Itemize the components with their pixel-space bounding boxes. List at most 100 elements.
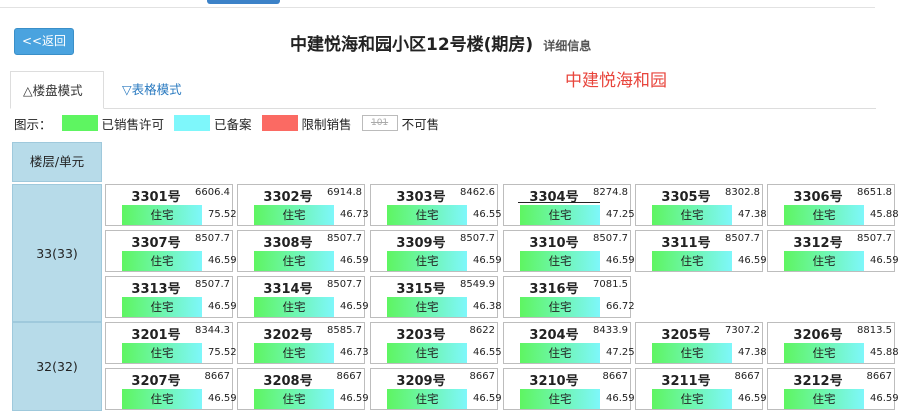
- unit-cell[interactable]: 3201号 8344.3 住宅 75.52: [105, 322, 237, 364]
- unit-price: 7307.2: [725, 325, 760, 336]
- back-button[interactable]: <<返回: [14, 28, 74, 55]
- unit-cell[interactable]: 3206号 8813.5 住宅 45.88: [767, 322, 899, 364]
- unit-area: 46.59: [208, 255, 237, 266]
- unit-cell[interactable]: 3301号 6606.4 住宅 75.52: [105, 184, 237, 226]
- unit-usage-badge: 住宅: [520, 389, 600, 409]
- unit-price: 8667: [336, 371, 362, 382]
- unit-number: 3305号: [661, 190, 711, 205]
- unit-number: 3207号: [131, 374, 181, 389]
- unit-area: 46.73: [340, 209, 369, 220]
- unit-price: 8622: [469, 325, 495, 336]
- unit-cell[interactable]: 3304号 8274.8 住宅 47.25: [503, 184, 635, 226]
- unit-usage-badge: 住宅: [784, 389, 864, 409]
- unit-usage-badge: 住宅: [387, 251, 467, 271]
- unit-number: 3209号: [396, 374, 446, 389]
- unit-area: 45.88: [870, 347, 899, 358]
- unit-cell[interactable]: 3316号 7081.5 住宅 66.72: [503, 276, 635, 318]
- unit-cell[interactable]: 3208号 8667 住宅 46.59: [237, 368, 369, 410]
- unit-price: 8507.7: [195, 233, 230, 244]
- unit-cell[interactable]: 3302号 6914.8 住宅 46.73: [237, 184, 369, 226]
- legend-text-sale-permit: 已销售许可: [101, 116, 165, 132]
- legend-text-filed: 已备案: [214, 116, 252, 132]
- unit-area: 46.59: [340, 255, 369, 266]
- unit-usage-badge: 住宅: [122, 343, 202, 363]
- unit-cell[interactable]: 3308号 8507.7 住宅 46.59: [237, 230, 369, 272]
- unit-area: 46.59: [738, 393, 767, 404]
- unit-cell[interactable]: 3311号 8507.7 住宅 46.59: [635, 230, 767, 272]
- unit-price: 6914.8: [327, 187, 362, 198]
- unit-price: 8667: [866, 371, 892, 382]
- unit-area: 46.59: [473, 255, 502, 266]
- legend-swatch-sale-permit: [61, 115, 98, 131]
- unit-cell[interactable]: 3313号 8507.7 住宅 46.59: [105, 276, 237, 318]
- floor-unit-header: 楼层/单元: [12, 142, 102, 182]
- unit-usage-badge: 住宅: [784, 343, 864, 363]
- unit-area: 46.59: [606, 393, 635, 404]
- unit-cell[interactable]: 3309号 8507.7 住宅 46.59: [370, 230, 502, 272]
- legend-swatch-filed: [174, 115, 211, 131]
- legend-text-restricted: 限制销售: [301, 116, 352, 132]
- unit-usage-badge: 住宅: [520, 343, 600, 363]
- unit-usage-badge: 住宅: [520, 297, 600, 317]
- unit-number: 3308号: [263, 236, 313, 251]
- unit-cell[interactable]: 3305号 8302.8 住宅 47.38: [635, 184, 767, 226]
- unit-area: 46.59: [870, 393, 899, 404]
- unit-price: 8813.5: [857, 325, 892, 336]
- active-nav-indicator[interactable]: [207, 0, 280, 4]
- unit-cell[interactable]: 3314号 8507.7 住宅 46.59: [237, 276, 369, 318]
- unit-cell[interactable]: 3211号 8667 住宅 46.59: [635, 368, 767, 410]
- unit-number: 3309号: [396, 236, 446, 251]
- legend-text-not-for-sale: 不可售: [401, 116, 440, 132]
- unit-cell[interactable]: 3203号 8622 住宅 46.55: [370, 322, 502, 364]
- unit-cell[interactable]: 3315号 8549.9 住宅 46.38: [370, 276, 502, 318]
- unit-usage-badge: 住宅: [122, 205, 202, 225]
- unit-number: 3205号: [661, 328, 711, 343]
- unit-number: 3310号: [529, 236, 579, 251]
- unit-area: 46.59: [208, 393, 237, 404]
- top-nav-strip: [0, 0, 875, 8]
- legend: 图示： 已销售许可 已备案 限制销售 101 不可售: [14, 113, 439, 133]
- unit-usage-badge: 住宅: [122, 251, 202, 271]
- unit-price: 8667: [204, 371, 230, 382]
- unit-area: 47.38: [738, 347, 767, 358]
- unit-price: 8462.6: [460, 187, 495, 198]
- unit-cell[interactable]: 3204号 8433.9 住宅 47.25: [503, 322, 635, 364]
- unit-usage-badge: 住宅: [387, 205, 467, 225]
- unit-area: 46.38: [473, 301, 502, 312]
- unit-area: 46.73: [340, 347, 369, 358]
- unit-cell[interactable]: 3307号 8507.7 住宅 46.59: [105, 230, 237, 272]
- unit-price: 8507.7: [460, 233, 495, 244]
- unit-cell[interactable]: 3310号 8507.7 住宅 46.59: [503, 230, 635, 272]
- unit-price: 8667: [602, 371, 628, 382]
- unit-number: 3202号: [263, 328, 313, 343]
- tab-building-mode[interactable]: △楼盘模式: [10, 71, 104, 109]
- unit-price: 8507.7: [593, 233, 628, 244]
- unit-cell[interactable]: 3207号 8667 住宅 46.59: [105, 368, 237, 410]
- unit-cell[interactable]: 3312号 8507.7 住宅 46.59: [767, 230, 899, 272]
- unit-area: 46.59: [473, 393, 502, 404]
- unit-price: 8507.7: [725, 233, 760, 244]
- unit-cell[interactable]: 3303号 8462.6 住宅 46.55: [370, 184, 502, 226]
- unit-price: 8507.7: [327, 279, 362, 290]
- floor-label: 32(32): [12, 322, 102, 411]
- unit-cell[interactable]: 3205号 7307.2 住宅 47.38: [635, 322, 767, 364]
- unit-usage-badge: 住宅: [652, 343, 732, 363]
- unit-number: 3203号: [396, 328, 446, 343]
- unit-number: 3314号: [263, 282, 313, 297]
- unit-cell[interactable]: 3209号 8667 住宅 46.59: [370, 368, 502, 410]
- unit-cell[interactable]: 3306号 8651.8 住宅 45.88: [767, 184, 899, 226]
- unit-cell[interactable]: 3210号 8667 住宅 46.59: [503, 368, 635, 410]
- unit-usage-badge: 住宅: [387, 343, 467, 363]
- unit-number: 3210号: [529, 374, 579, 389]
- unit-area: 47.25: [606, 209, 635, 220]
- unit-usage-badge: 住宅: [254, 389, 334, 409]
- view-mode-tabs: △楼盘模式 ▽表格模式: [10, 71, 876, 109]
- unit-area: 75.52: [208, 347, 237, 358]
- unit-usage-badge: 住宅: [254, 205, 334, 225]
- unit-cell[interactable]: 3202号 8585.7 住宅 46.73: [237, 322, 369, 364]
- unit-number: 3206号: [793, 328, 843, 343]
- unit-price: 8274.8: [593, 187, 628, 198]
- unit-area: 46.59: [870, 255, 899, 266]
- tab-table-mode[interactable]: ▽表格模式: [110, 71, 194, 109]
- unit-cell[interactable]: 3212号 8667 住宅 46.59: [767, 368, 899, 410]
